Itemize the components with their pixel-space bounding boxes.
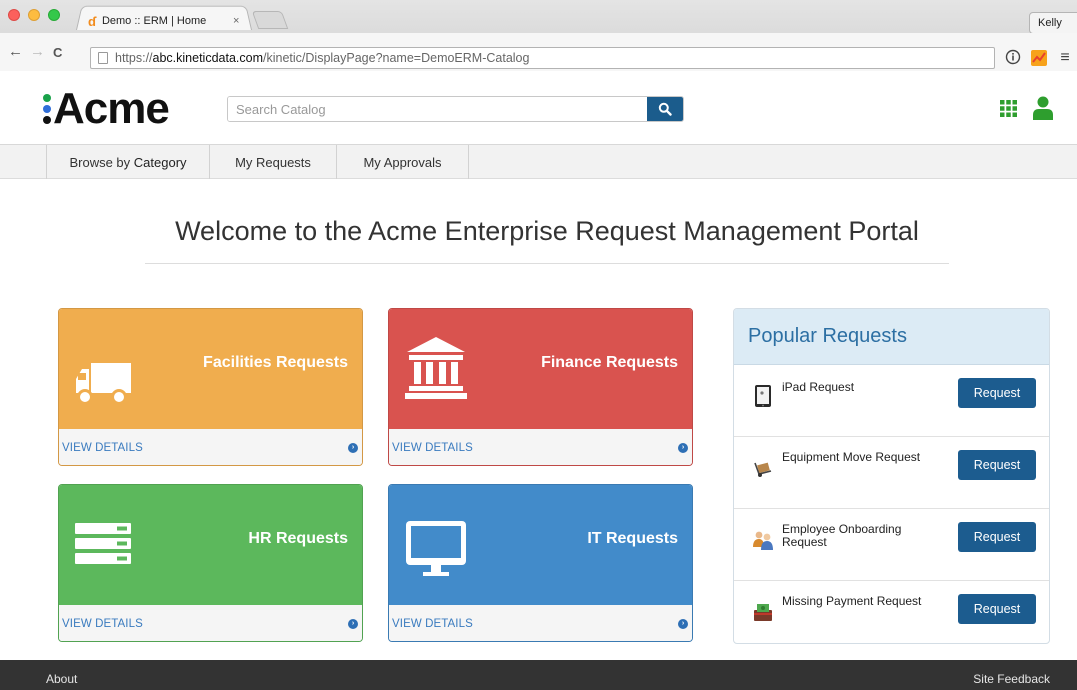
search-icon xyxy=(658,102,672,116)
apps-grid-icon[interactable] xyxy=(1000,99,1017,117)
ipad-icon xyxy=(755,385,771,407)
monitor-icon xyxy=(406,521,466,576)
logo-dot-black xyxy=(43,115,51,124)
arrow-right-icon: › xyxy=(348,619,358,629)
logo-dot-green xyxy=(43,93,51,102)
request-button-ipad[interactable]: Request xyxy=(958,378,1036,408)
request-label: Equipment Move Request xyxy=(782,450,921,464)
tile-title: HR Requests xyxy=(248,530,348,547)
site-footer xyxy=(0,660,1077,690)
profile-button[interactable]: Kelly xyxy=(1029,12,1077,34)
list-item: Equipment Move Request Request xyxy=(734,437,1049,509)
tile-footer[interactable]: VIEW DETAILS › xyxy=(59,605,362,641)
view-details-link[interactable]: VIEW DETAILS xyxy=(392,618,473,630)
popular-requests-header: Popular Requests xyxy=(734,309,1049,365)
tile-title: Facilities Requests xyxy=(203,354,348,371)
window-minimize-button[interactable] xyxy=(28,9,40,21)
site-feedback-link[interactable]: Site Feedback xyxy=(973,672,1050,686)
request-label: iPad Request xyxy=(782,380,855,394)
arrow-right-icon: › xyxy=(678,443,688,453)
tab-close-icon[interactable]: × xyxy=(233,12,239,30)
popular-requests-panel: Popular Requests iPad Request Request Eq… xyxy=(733,308,1050,644)
dolly-icon xyxy=(754,462,772,477)
browser-tab-content: ɗ Demo :: ERM | Home xyxy=(88,12,206,30)
about-link[interactable]: About xyxy=(46,672,77,686)
money-icon xyxy=(754,604,772,621)
view-details-link[interactable]: VIEW DETAILS xyxy=(62,618,143,630)
user-icon[interactable] xyxy=(1033,96,1053,120)
tile-footer[interactable]: VIEW DETAILS › xyxy=(389,429,692,465)
info-extension-icon[interactable] xyxy=(1004,49,1022,67)
window-close-button[interactable] xyxy=(8,9,20,21)
popular-requests-title: Popular Requests xyxy=(748,325,907,347)
page-icon xyxy=(98,52,108,64)
browser-menu-icon[interactable]: ≡ xyxy=(1056,49,1074,67)
url-scheme: https:// xyxy=(115,51,153,65)
kinetic-favicon-icon: ɗ xyxy=(88,13,96,29)
url-path: /kinetic/DisplayPage?name=DemoERM-Catalo… xyxy=(263,51,530,65)
window-zoom-button[interactable] xyxy=(48,9,60,21)
tile-header: Finance Requests xyxy=(389,309,692,429)
request-button-missing-payment[interactable]: Request xyxy=(958,594,1036,624)
arrow-right-icon: › xyxy=(348,443,358,453)
arrow-right-icon: › xyxy=(678,619,688,629)
search-input[interactable] xyxy=(228,97,647,121)
tile-header: HR Requests xyxy=(59,485,362,605)
request-button-equipment-move[interactable]: Request xyxy=(958,450,1036,480)
tile-footer[interactable]: VIEW DETAILS › xyxy=(59,429,362,465)
search-button[interactable] xyxy=(647,97,683,121)
browser-tab-title: Demo :: ERM | Home xyxy=(101,15,207,27)
title-divider xyxy=(145,263,949,264)
category-tile-it[interactable]: IT Requests VIEW DETAILS › xyxy=(388,484,693,642)
page-title: Welcome to the Acme Enterprise Request M… xyxy=(175,216,919,246)
list-item: iPad Request Request xyxy=(734,365,1049,437)
tab-browse-by-category[interactable]: Browse by Category xyxy=(46,145,210,179)
tab-my-approvals[interactable]: My Approvals xyxy=(337,145,469,179)
header-icons xyxy=(1000,96,1053,120)
category-tile-hr[interactable]: HR Requests VIEW DETAILS › xyxy=(58,484,363,642)
view-details-link[interactable]: VIEW DETAILS xyxy=(62,442,143,454)
request-label: Employee Onboarding Request xyxy=(782,522,902,549)
new-tab-button[interactable] xyxy=(251,11,289,29)
list-item: Employee Onboarding Request Request xyxy=(734,509,1049,581)
url-host: abc.kineticdata.com xyxy=(152,51,264,65)
chart-extension-icon[interactable] xyxy=(1030,49,1048,67)
bank-icon xyxy=(405,337,467,399)
logo-dots xyxy=(43,93,51,124)
forward-button[interactable]: → xyxy=(30,43,45,61)
request-button-employee-onboarding[interactable]: Request xyxy=(958,522,1036,552)
reload-button[interactable]: C xyxy=(53,44,62,62)
people-icon xyxy=(753,531,773,550)
category-tile-facilities[interactable]: Facilities Requests VIEW DETAILS › xyxy=(58,308,363,466)
tile-footer[interactable]: VIEW DETAILS › xyxy=(389,605,692,641)
server-icon xyxy=(75,523,131,564)
address-bar[interactable]: https://abc.kineticdata.com/kinetic/Disp… xyxy=(90,47,995,69)
request-label: Missing Payment Request xyxy=(782,594,922,608)
view-details-link[interactable]: VIEW DETAILS xyxy=(392,442,473,454)
category-tile-finance[interactable]: Finance Requests VIEW DETAILS › xyxy=(388,308,693,466)
logo-text: Acme xyxy=(53,84,170,133)
tile-header: Facilities Requests xyxy=(59,309,362,429)
acme-logo[interactable]: Acme xyxy=(43,84,170,133)
logo-dot-blue xyxy=(43,104,51,113)
truck-icon xyxy=(76,363,131,405)
tile-header: IT Requests xyxy=(389,485,692,605)
browse-prefix: Browse by xyxy=(69,154,134,170)
tile-title: Finance Requests xyxy=(541,354,678,371)
tab-my-requests[interactable]: My Requests xyxy=(210,145,337,179)
back-button[interactable]: ← xyxy=(8,43,23,61)
list-item: Missing Payment Request Request xyxy=(734,581,1049,643)
tile-title: IT Requests xyxy=(587,530,678,547)
browse-label: Category xyxy=(133,154,187,170)
catalog-search xyxy=(227,96,684,122)
